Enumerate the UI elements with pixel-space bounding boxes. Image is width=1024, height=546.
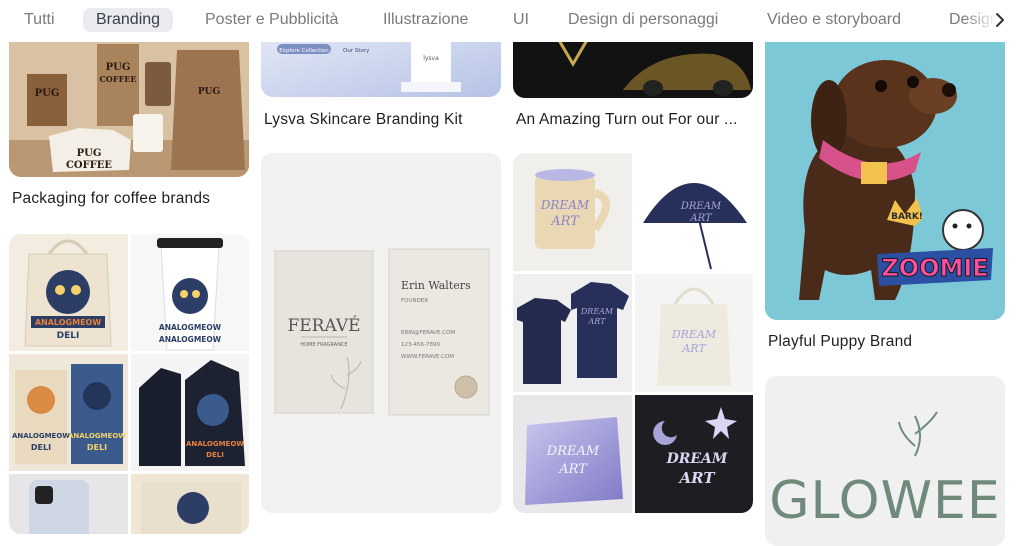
svg-text:DREAM: DREAM [665, 451, 727, 467]
svg-text:ANALOGMEOW: ANALOGMEOW [185, 440, 243, 448]
analogmeow-phone [9, 474, 128, 534]
lysva-chip: Explore Collection [279, 48, 329, 54]
tab-branding[interactable]: Branding [83, 8, 174, 32]
ferave-person: Erin Walters [401, 279, 471, 292]
tab-poster[interactable]: Poster e Pubblicità [205, 8, 338, 32]
svg-text:DREAM: DREAM [670, 328, 716, 341]
tab-design-personaggi[interactable]: Design di personaggi [568, 8, 718, 32]
card-glowee[interactable]: GLOWEE [765, 376, 1005, 546]
svg-text:ART: ART [677, 469, 716, 487]
analogmeow-tote: ANALOGMEOW DELI [9, 234, 128, 351]
ferave-tagline: HOME FRAGRANCE [300, 342, 347, 348]
ferave-web: WWW.FERAVE.COM [401, 354, 454, 360]
tab-illustrazione[interactable]: Illustrazione [383, 8, 468, 32]
analogmeow-cup: ANALOGMEOW ANALOGMEOW [130, 234, 249, 351]
svg-text:DELI: DELI [31, 443, 51, 452]
ferave-business-cards: FERAVÉ HOME FRAGRANCE Erin Walters FOUND… [261, 153, 501, 513]
card-analogmeow[interactable]: ANALOGMEOW DELI ANALOGMEOW ANALOGMEOW AN… [9, 234, 249, 534]
analogmeow-print [130, 474, 249, 534]
tab-tutti[interactable]: Tutti [24, 8, 55, 32]
coffee-apron-text: PUG [198, 87, 220, 97]
coffee-shirt-text: PUG [77, 148, 102, 159]
coffee-box-text: PUG [35, 88, 60, 99]
coffee-packaging-image: PUG PUG COFFEE PUG COFFEE PUG [9, 30, 249, 177]
glowee-brand: GLOWEE [769, 471, 1000, 531]
puppy-sticker-zoomie: ZOOMIE [881, 254, 988, 282]
card-title-puppy[interactable]: Playful Puppy Brand [768, 333, 912, 351]
svg-text:DELI: DELI [206, 451, 224, 459]
svg-text:ANALOGMEOW: ANALOGMEOW [158, 323, 221, 332]
svg-text:DREAM: DREAM [546, 444, 600, 459]
analogmeow-hoodies: ANALOGMEOW DELI [130, 354, 249, 471]
coffee-bag-text: PUG [106, 62, 131, 73]
ferave-phone: 123-456-7890 [401, 342, 440, 348]
card-playful-puppy[interactable]: BARK! ZOOMIE [765, 30, 1005, 320]
svg-text:DREAM: DREAM [580, 307, 614, 316]
chevron-right-icon[interactable] [990, 10, 1010, 30]
svg-text:ART: ART [558, 462, 588, 477]
dream-mug: DREAM ART [513, 153, 632, 271]
svg-text:DREAM: DREAM [679, 201, 721, 212]
svg-text:ANALOGMEOW: ANALOGMEOW [35, 318, 101, 327]
ferave-email: ERIN@FERAVE.COM [401, 330, 455, 336]
ferave-role: FOUNDER [401, 298, 428, 304]
card-coffee-packaging[interactable]: PUG PUG COFFEE PUG COFFEE PUG [9, 30, 249, 177]
dream-laptop: DREAM ART [513, 395, 632, 513]
svg-text:ART: ART [681, 342, 707, 355]
puppy-image: BARK! ZOOMIE [765, 30, 1005, 320]
puppy-sticker-bark: BARK! [891, 212, 923, 222]
dream-tshirts: DREAM ART [513, 274, 632, 392]
svg-text:ART: ART [550, 214, 580, 229]
lysva-link: Our Story [343, 48, 370, 54]
card-title-amazing[interactable]: An Amazing Turn out For our ... [516, 111, 738, 129]
svg-text:ANALOGMEOW: ANALOGMEOW [68, 432, 126, 440]
analogmeow-bags: ANALOGMEOW DELI ANALOGMEOW DELI [9, 354, 128, 471]
glowee-logo-image: GLOWEE [765, 376, 1005, 546]
svg-text:ART: ART [588, 317, 607, 326]
dream-umbrella: DREAM ART [634, 153, 753, 271]
card-ferave[interactable]: FERAVÉ HOME FRAGRANCE Erin Walters FOUND… [261, 153, 501, 513]
analogmeow-grid: ANALOGMEOW DELI ANALOGMEOW ANALOGMEOW AN… [9, 234, 249, 534]
svg-text:ART: ART [689, 213, 713, 224]
dream-tote: DREAM ART [634, 274, 753, 392]
svg-text:DREAM: DREAM [540, 198, 590, 212]
coffee-shirt-text-2: COFFEE [66, 160, 112, 171]
tab-ui[interactable]: UI [513, 8, 529, 32]
card-title-lysva[interactable]: Lysva Skincare Branding Kit [264, 111, 463, 129]
svg-text:DELI: DELI [57, 331, 80, 341]
svg-text:ANALOGMEOW: ANALOGMEOW [12, 432, 70, 440]
coffee-bag-text-2: COFFEE [100, 74, 137, 84]
category-tabs: Tutti Branding Poster e Pubblicità Illus… [0, 0, 1024, 42]
dream-art-grid: DREAM ART DREAM ART DREAM ART DREAM ART … [513, 153, 753, 513]
dream-pins: DREAM ART [634, 395, 753, 513]
ferave-brand: FERAVÉ [287, 315, 360, 336]
svg-text:ANALOGMEOW: ANALOGMEOW [158, 335, 221, 344]
tab-video-storyboard[interactable]: Video e storyboard [767, 8, 901, 32]
lysva-product-label: lysva [423, 55, 439, 62]
card-dream-art[interactable]: DREAM ART DREAM ART DREAM ART DREAM ART … [513, 153, 753, 513]
card-title-coffee[interactable]: Packaging for coffee brands [12, 190, 210, 208]
svg-text:DELI: DELI [87, 443, 107, 452]
